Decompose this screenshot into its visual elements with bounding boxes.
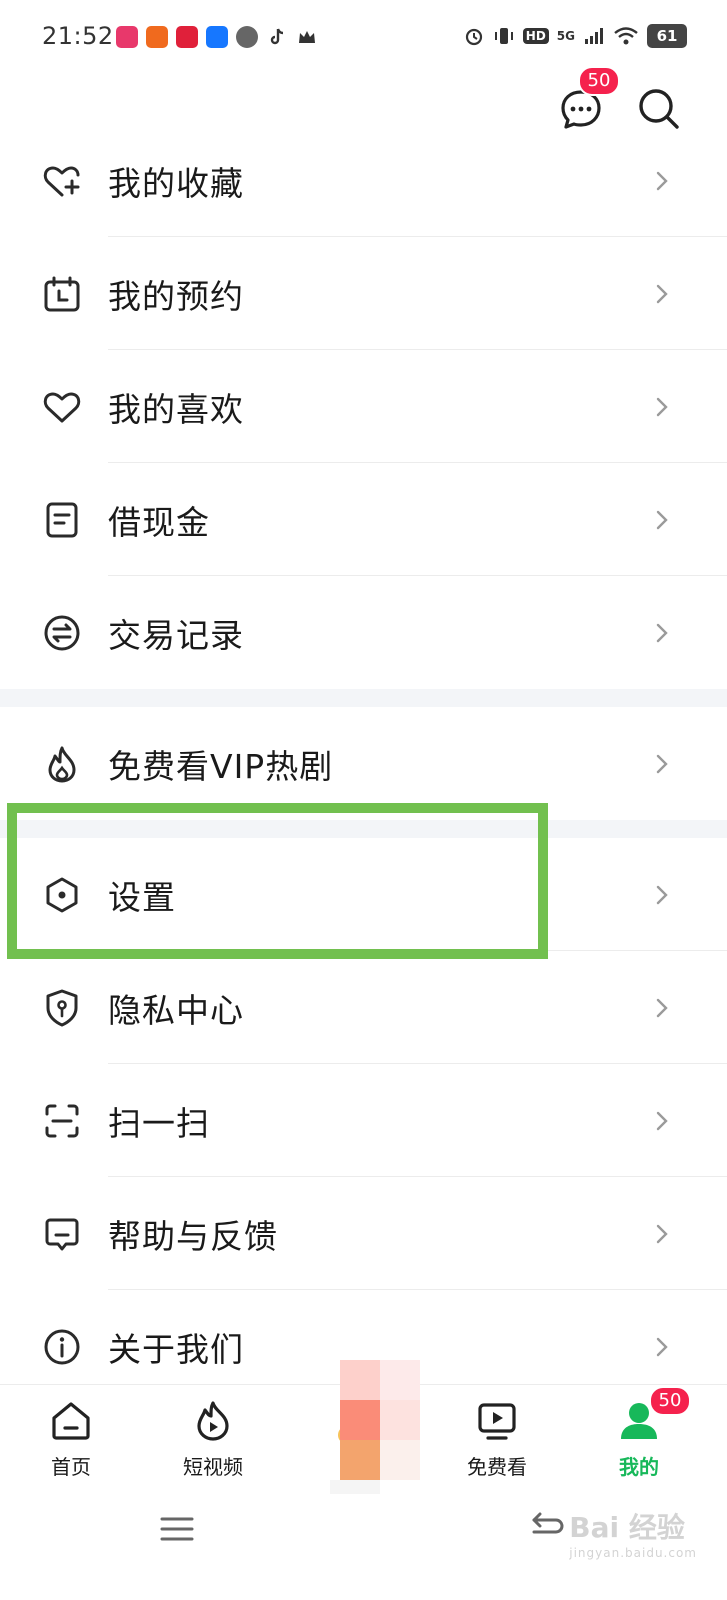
menu-item-label: 免费看VIP热剧 bbox=[108, 746, 334, 786]
chevron-right-icon bbox=[656, 754, 668, 773]
back-icon[interactable] bbox=[526, 1512, 566, 1546]
app-notification-icon bbox=[206, 26, 228, 48]
status-time: 21:52 bbox=[42, 22, 114, 50]
chat-bubble-icon bbox=[45, 1218, 79, 1250]
menu-item-label: 扫一扫 bbox=[108, 1103, 210, 1143]
messages-badge: 50 bbox=[578, 66, 620, 96]
chevron-right-icon bbox=[656, 1224, 668, 1243]
menu-item-reservations[interactable]: 我的预约 bbox=[0, 237, 727, 350]
menu-icon[interactable] bbox=[160, 1516, 194, 1542]
mosaic-overlay bbox=[330, 1240, 460, 1500]
home-icon bbox=[52, 1402, 90, 1440]
chevron-right-icon bbox=[656, 885, 668, 904]
heart-plus-icon bbox=[43, 166, 80, 196]
hd-indicator: HD bbox=[522, 28, 549, 44]
chevron-right-icon bbox=[656, 397, 668, 416]
tab-label: 首页 bbox=[51, 1455, 91, 1479]
menu-item-label: 我的收藏 bbox=[108, 163, 244, 203]
chevron-right-icon bbox=[656, 1111, 668, 1130]
menu-item-label: 交易记录 bbox=[108, 615, 244, 655]
annotation-highlight-box bbox=[7, 803, 548, 959]
chevron-right-icon bbox=[656, 998, 668, 1017]
app-notification-icon bbox=[116, 26, 138, 48]
wifi-icon bbox=[614, 27, 638, 45]
watermark-main: Bai 经验 bbox=[569, 1511, 685, 1544]
chevron-right-icon bbox=[656, 510, 668, 529]
network-indicator: 5G bbox=[556, 29, 575, 43]
menu-item-label: 我的喜欢 bbox=[108, 389, 244, 429]
menu-item-likes[interactable]: 我的喜欢 bbox=[0, 350, 727, 463]
menu-item-favorites[interactable]: 我的收藏 bbox=[0, 124, 727, 237]
info-icon bbox=[44, 1329, 80, 1364]
scan-icon bbox=[45, 1104, 79, 1137]
tv-play-icon bbox=[478, 1403, 516, 1440]
vibrate-icon bbox=[494, 28, 513, 44]
tab-label: 短视频 bbox=[183, 1455, 243, 1479]
note-icon bbox=[46, 502, 78, 537]
menu-item-transactions[interactable]: 交易记录 bbox=[0, 576, 727, 689]
shield-icon bbox=[46, 989, 78, 1026]
menu-item-label: 隐私中心 bbox=[108, 990, 244, 1030]
menu-item-label: 关于我们 bbox=[108, 1329, 244, 1369]
tab-home[interactable]: 首页 bbox=[16, 1399, 126, 1489]
alarm-icon bbox=[465, 28, 482, 46]
exchange-icon bbox=[44, 615, 80, 650]
chevron-right-icon bbox=[656, 1337, 668, 1356]
menu-item-privacy[interactable]: 隐私中心 bbox=[0, 951, 727, 1064]
flame-play-icon bbox=[197, 1401, 229, 1441]
status-indicators: HD 5G 61 bbox=[463, 24, 687, 48]
app-notification-icon bbox=[176, 26, 198, 48]
chevron-right-icon bbox=[656, 171, 668, 190]
tab-short-video[interactable]: 短视频 bbox=[158, 1399, 268, 1489]
menu-item-label: 帮助与反馈 bbox=[108, 1216, 278, 1256]
crown-icon bbox=[296, 26, 318, 48]
battery-indicator: 61 bbox=[647, 24, 687, 48]
mine-badge: 50 bbox=[649, 1386, 691, 1416]
watermark-sub: jingyan.baidu.com bbox=[569, 1546, 697, 1560]
menu-item-label: 借现金 bbox=[108, 502, 210, 542]
status-bar: 21:52 HD 5G 61 bbox=[0, 0, 727, 78]
app-notification-icon bbox=[236, 26, 258, 48]
section-separator bbox=[0, 689, 727, 707]
tiktok-icon bbox=[266, 26, 288, 48]
status-app-icons bbox=[116, 26, 318, 48]
chevron-right-icon bbox=[656, 284, 668, 303]
menu-list: 我的收藏 我的预约 我的喜欢 借现金 交易记录 免费看VIP热剧 设置 隐私中心… bbox=[0, 124, 727, 1403]
menu-item-borrow-cash[interactable]: 借现金 bbox=[0, 463, 727, 576]
chevron-right-icon bbox=[656, 623, 668, 642]
signal-icon bbox=[585, 28, 603, 44]
flame-icon bbox=[48, 746, 76, 782]
calendar-icon bbox=[44, 276, 80, 311]
tab-label: 我的 bbox=[619, 1455, 659, 1479]
menu-item-label: 我的预约 bbox=[108, 276, 244, 316]
heart-icon bbox=[43, 392, 81, 422]
app-notification-icon bbox=[146, 26, 168, 48]
menu-item-scan[interactable]: 扫一扫 bbox=[0, 1064, 727, 1177]
watermark: Bai 经验 jingyan.baidu.com bbox=[569, 1506, 697, 1560]
